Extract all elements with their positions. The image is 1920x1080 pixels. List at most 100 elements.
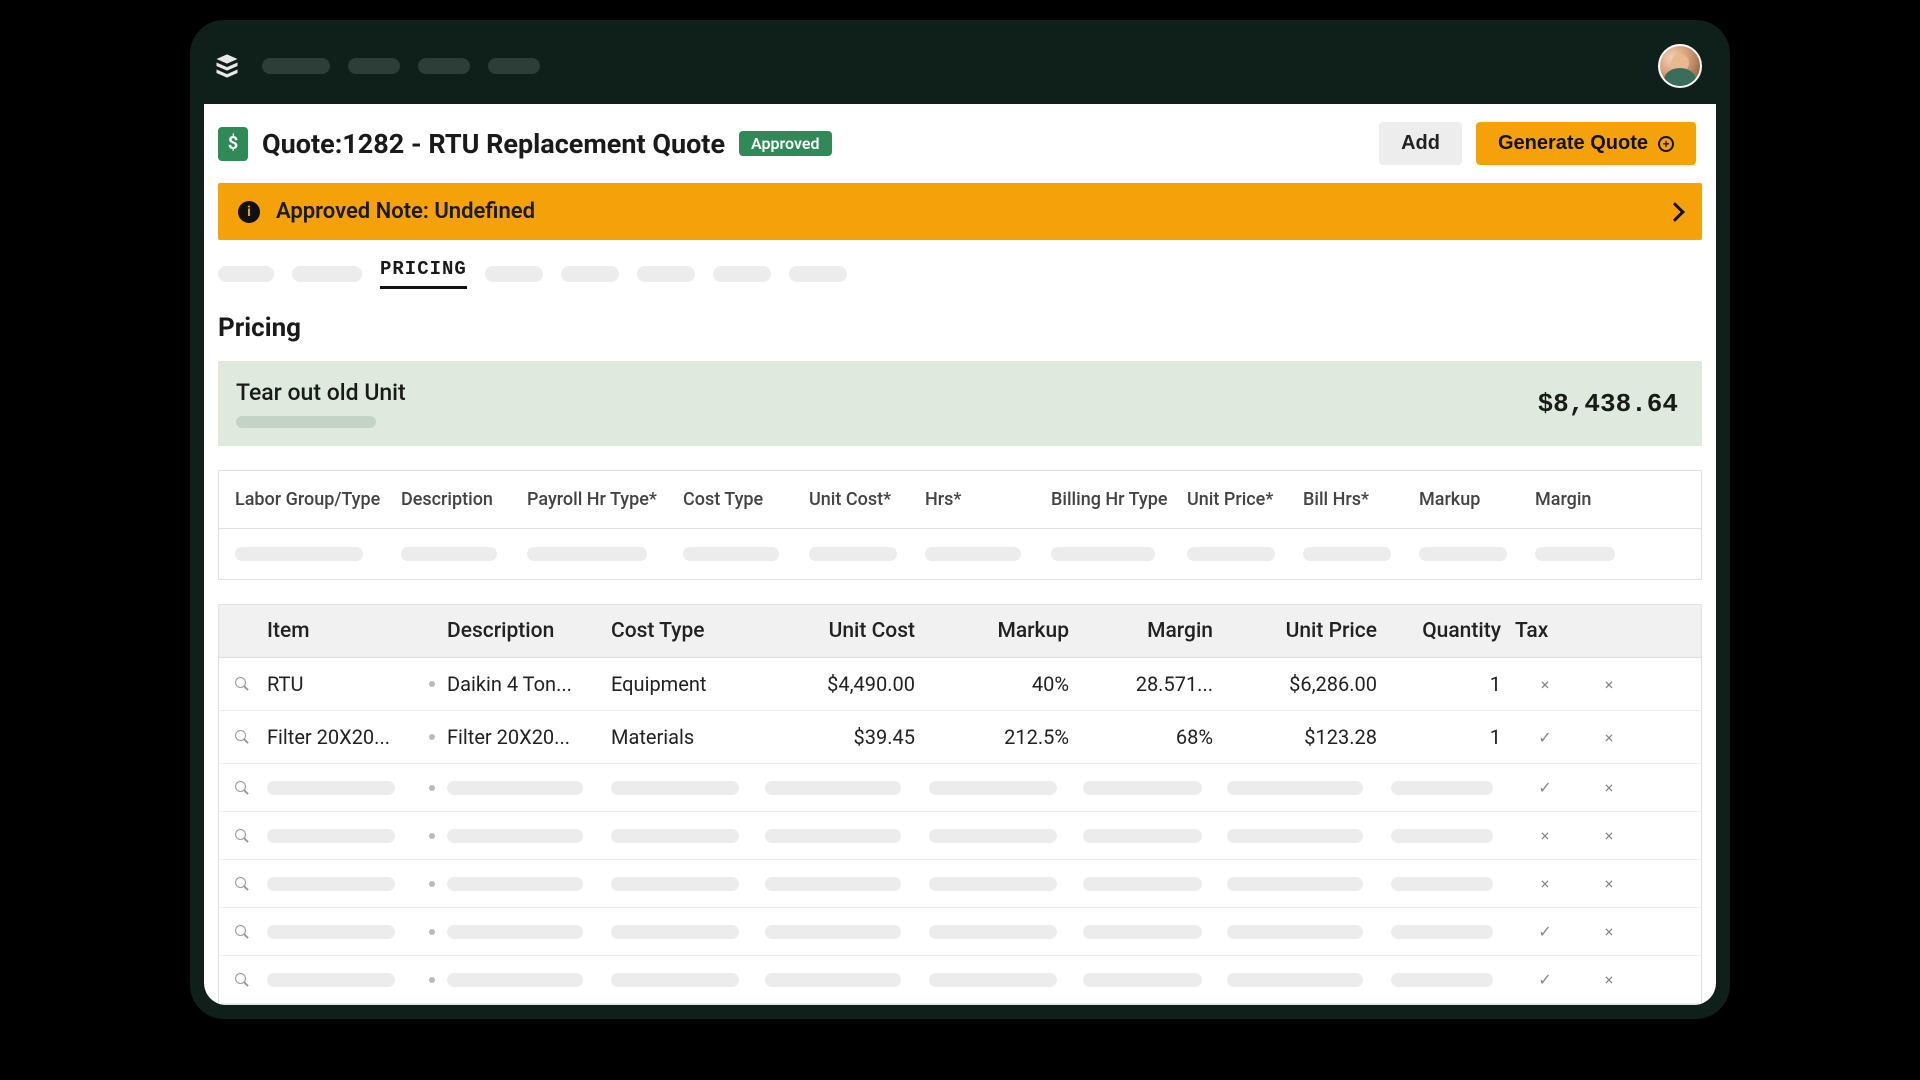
tab-skeleton[interactable] <box>561 266 619 282</box>
items-table: Item Description Cost Type Unit Cost Mar… <box>218 604 1702 1005</box>
quote-icon: $ <box>218 127 248 161</box>
plus-circle-icon: + <box>1658 136 1674 152</box>
item-margin: 68% <box>1083 725 1223 749</box>
tabs-bar: PRICING <box>204 240 1716 299</box>
col-item-cost-type: Cost Type <box>611 619 761 643</box>
col-unit-price: Unit Price* <box>1187 489 1297 510</box>
col-payroll-hr-type: Payroll Hr Type* <box>527 489 677 510</box>
col-description: Description <box>401 489 521 510</box>
generate-quote-label: Generate Quote <box>1498 132 1648 155</box>
page-header: $ Quote:1282 - RTU Replacement Quote App… <box>204 104 1716 183</box>
approved-note-banner[interactable]: i Approved Note: Undefined <box>218 183 1702 240</box>
item-unit-cost: $4,490.00 <box>765 672 925 696</box>
search-icon[interactable] <box>235 677 249 691</box>
check-icon[interactable]: ✓ <box>1515 970 1575 989</box>
dot-icon <box>429 681 435 687</box>
tab-skeleton[interactable] <box>637 266 695 282</box>
remove-row-icon[interactable]: × <box>1579 922 1639 941</box>
chevron-right-icon <box>1665 202 1685 222</box>
item-unit-price: $123.28 <box>1227 725 1387 749</box>
item-name: RTU <box>267 672 417 696</box>
x-icon[interactable]: × <box>1515 826 1575 845</box>
col-item-markup: Markup <box>929 619 1079 643</box>
col-cost-type: Cost Type <box>683 489 803 510</box>
items-row-skeleton: ✓× <box>219 956 1701 1004</box>
col-billing-hr-type: Billing Hr Type <box>1051 489 1181 510</box>
x-icon[interactable]: × <box>1515 675 1575 694</box>
items-row-skeleton: ✓× <box>219 764 1701 812</box>
tab-skeleton[interactable] <box>485 266 543 282</box>
labor-table: Labor Group/Type Description Payroll Hr … <box>218 470 1702 580</box>
item-markup: 212.5% <box>929 725 1079 749</box>
item-margin: 28.571... <box>1083 672 1223 696</box>
items-row-skeleton: ×× <box>219 860 1701 908</box>
item-markup: 40% <box>929 672 1079 696</box>
col-item-tax: Tax <box>1515 619 1575 643</box>
summary-panel: Tear out old Unit $8,438.64 <box>218 361 1702 446</box>
remove-row-icon[interactable]: × <box>1579 728 1639 747</box>
col-markup: Markup <box>1419 489 1529 510</box>
status-badge: Approved <box>739 131 832 156</box>
search-icon[interactable] <box>235 925 249 939</box>
dot-icon <box>429 977 435 983</box>
items-row[interactable]: RTU Daikin 4 Ton...Equipment$4,490.0040%2… <box>219 658 1701 711</box>
item-cost-type: Equipment <box>611 672 761 696</box>
x-icon[interactable]: × <box>1515 874 1575 893</box>
dot-icon <box>429 734 435 740</box>
search-icon[interactable] <box>235 730 249 744</box>
col-item-description: Description <box>447 619 607 643</box>
col-item-quantity: Quantity <box>1391 619 1511 643</box>
items-row[interactable]: Filter 20X20...Filter 20X20...Materials$… <box>219 711 1701 764</box>
summary-amount: $8,438.64 <box>1538 389 1678 419</box>
labor-row-skeleton <box>219 529 1701 579</box>
remove-row-icon[interactable]: × <box>1579 874 1639 893</box>
topbar <box>204 34 1716 104</box>
search-icon[interactable] <box>235 781 249 795</box>
summary-skeleton <box>236 416 376 428</box>
col-margin: Margin <box>1535 489 1635 510</box>
col-labor-group: Labor Group/Type <box>235 489 395 510</box>
item-description: Filter 20X20... <box>447 725 607 749</box>
tab-skeleton[interactable] <box>713 266 771 282</box>
col-item-unit-cost: Unit Cost <box>765 619 925 643</box>
item-unit-price: $6,286.00 <box>1227 672 1387 696</box>
add-button[interactable]: Add <box>1379 122 1462 165</box>
banner-text: Approved Note: Undefined <box>276 199 535 224</box>
remove-row-icon[interactable]: × <box>1579 826 1639 845</box>
items-row-skeleton: ×× <box>219 812 1701 860</box>
search-icon[interactable] <box>235 877 249 891</box>
tab-skeleton[interactable] <box>218 266 274 282</box>
page-title: Quote:1282 - RTU Replacement Quote <box>262 128 725 160</box>
check-icon[interactable]: ✓ <box>1515 728 1575 747</box>
app-frame: $ Quote:1282 - RTU Replacement Quote App… <box>190 20 1730 1019</box>
info-icon: i <box>238 201 260 223</box>
tab-pricing[interactable]: PRICING <box>380 258 467 289</box>
items-table-header: Item Description Cost Type Unit Cost Mar… <box>219 605 1701 658</box>
dot-icon <box>429 833 435 839</box>
remove-row-icon[interactable]: × <box>1579 970 1639 989</box>
app-logo-icon[interactable] <box>210 51 244 81</box>
item-description: Daikin 4 Ton... <box>447 672 607 696</box>
search-icon[interactable] <box>235 973 249 987</box>
generate-quote-button[interactable]: Generate Quote + <box>1476 122 1696 165</box>
col-bill-hrs: Bill Hrs* <box>1303 489 1413 510</box>
remove-row-icon[interactable]: × <box>1579 778 1639 797</box>
item-quantity: 1 <box>1391 672 1511 696</box>
nav-skeleton <box>262 58 330 74</box>
check-icon[interactable]: ✓ <box>1515 778 1575 797</box>
remove-row-icon[interactable]: × <box>1579 675 1639 694</box>
user-avatar[interactable] <box>1658 44 1702 88</box>
col-item: Item <box>267 619 417 643</box>
items-row-skeleton: ✓× <box>219 908 1701 956</box>
tab-skeleton[interactable] <box>789 266 847 282</box>
tab-skeleton[interactable] <box>292 266 362 282</box>
search-icon[interactable] <box>235 829 249 843</box>
item-name: Filter 20X20... <box>267 725 417 749</box>
nav-skeleton <box>418 58 470 74</box>
dot-icon <box>429 929 435 935</box>
dot-icon <box>429 785 435 791</box>
check-icon[interactable]: ✓ <box>1515 922 1575 941</box>
nav-skeleton <box>488 58 540 74</box>
col-item-margin: Margin <box>1083 619 1223 643</box>
section-title: Pricing <box>204 299 1716 361</box>
